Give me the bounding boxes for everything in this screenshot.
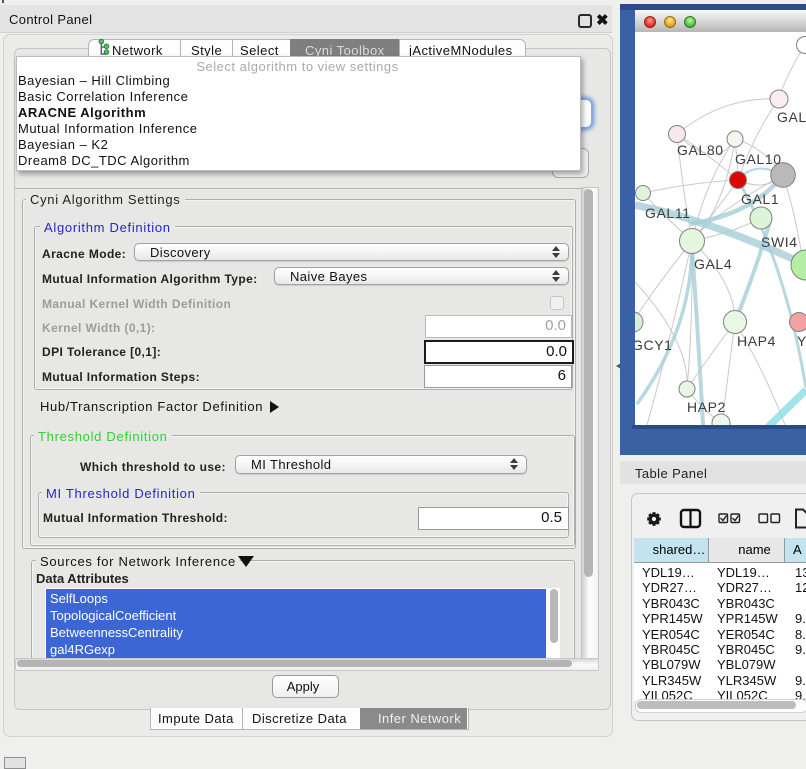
svg-text:GAL1: GAL1 [741, 191, 779, 207]
svg-text:GCY1: GCY1 [635, 337, 673, 353]
svg-text:SWI4: SWI4 [761, 234, 798, 250]
svg-text:GAL4: GAL4 [694, 256, 732, 272]
svg-text:GAL: GAL [777, 109, 806, 125]
svg-text:GAL10: GAL10 [735, 151, 782, 167]
svg-text:HAP2: HAP2 [687, 399, 726, 415]
svg-text:GAL80: GAL80 [677, 142, 724, 158]
svg-text:HAP4: HAP4 [737, 333, 776, 349]
svg-text:GAL11: GAL11 [645, 205, 691, 221]
svg-text:Y: Y [797, 333, 806, 349]
